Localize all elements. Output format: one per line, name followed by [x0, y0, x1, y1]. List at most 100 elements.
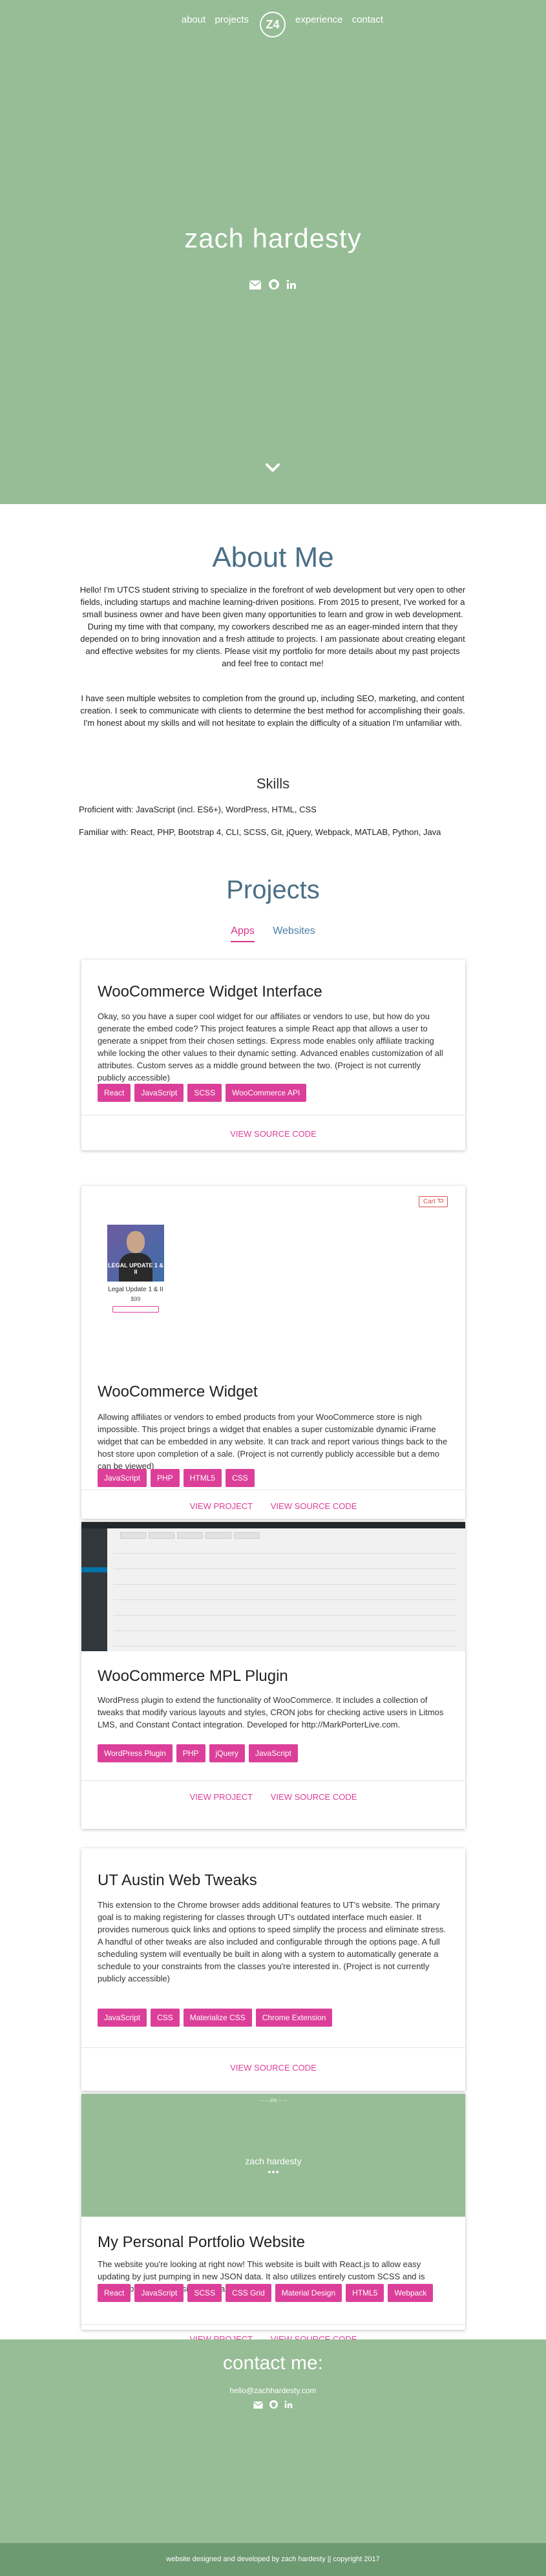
view-project-link[interactable]: VIEW PROJECT	[190, 1501, 253, 1511]
card-divider	[81, 2324, 465, 2325]
view-project-link[interactable]: VIEW PROJECT	[190, 1792, 253, 1802]
contact-title: contact me:	[222, 2352, 324, 2374]
tag: CSS	[226, 1469, 255, 1487]
card-links: VIEW SOURCE CODE	[81, 2063, 465, 2073]
project-title: UT Austin Web Tweaks	[98, 1872, 257, 1889]
project-title: WooCommerce Widget	[98, 1383, 258, 1400]
tag: jQuery	[209, 1744, 245, 1762]
product-price: $99	[131, 1296, 141, 1302]
github-icon[interactable]	[268, 279, 279, 293]
nav-link-experience[interactable]: experience	[295, 14, 342, 25]
project-card: Cart LEGAL UPDATE 1 & II Legal Update 1 …	[81, 1186, 465, 1519]
tag: SCSS	[187, 2284, 222, 2302]
product-name: Legal Update 1 & II	[108, 1286, 163, 1293]
skills-proficient: Proficient with: JavaScript (incl. ES6+)…	[79, 805, 317, 814]
project-tabs: Apps Websites	[0, 925, 546, 942]
tag: Chrome Extension	[255, 2009, 333, 2027]
card-divider	[81, 1780, 465, 1781]
chevron-down-icon[interactable]	[265, 460, 280, 476]
project-card: WooCommerce MPL Plugin WordPress plugin …	[81, 1522, 465, 1829]
project-description: WordPress plugin to extend the functiona…	[98, 1695, 444, 1729]
project-card: WooCommerce Widget Interface Okay, so yo…	[81, 960, 465, 1150]
about-paragraph-2: I have seen multiple websites to complet…	[80, 693, 465, 728]
tag: JavaScript	[134, 2284, 184, 2302]
project-description: Okay, so you have a super cool widget fo…	[98, 1011, 443, 1082]
tag: JavaScript	[98, 2009, 147, 2027]
tag: HTML5	[183, 1469, 222, 1487]
tag: Materialize CSS	[183, 2009, 252, 2027]
tag: CSS	[151, 2009, 180, 2027]
cart-button: Cart	[419, 1196, 448, 1207]
contact-section: contact me: hello@zachhardesty.com	[0, 2339, 546, 2543]
project-title: WooCommerce Widget Interface	[98, 983, 322, 1000]
project-description: Allowing affiliates or vendors to embed …	[98, 1412, 448, 1471]
portfolio-preview-icons: ■ ■ ■	[268, 2170, 279, 2175]
about-title: About Me	[212, 542, 334, 573]
hero-section: about projects Z4 experience contact zac…	[0, 0, 546, 504]
tag: WooCommerce API	[226, 1084, 307, 1102]
tag: React	[98, 1084, 131, 1102]
linkedin-icon[interactable]	[286, 279, 297, 293]
product-photo-text: LEGAL UPDATE 1 & II	[108, 1262, 163, 1275]
tag: Material Design	[275, 2284, 342, 2302]
nav-link-about[interactable]: about	[182, 14, 206, 25]
view-source-link[interactable]: VIEW SOURCE CODE	[230, 1129, 317, 1139]
tag: HTML5	[346, 2284, 384, 2302]
tag: PHP	[151, 1469, 180, 1487]
tag: WordPress Plugin	[98, 1744, 173, 1762]
project-tags: JavaScript CSS Materialize CSS Chrome Exten…	[98, 2009, 459, 2032]
tag: JavaScript	[248, 1744, 298, 1762]
contact-email[interactable]: hello@zachhardesty.com	[0, 2386, 546, 2395]
tag: JavaScript	[134, 1084, 184, 1102]
skills-familiar: Familiar with: React, PHP, Bootstrap 4, …	[79, 827, 441, 837]
view-source-link[interactable]: VIEW SOURCE CODE	[230, 2063, 317, 2073]
envelope-icon[interactable]	[249, 279, 262, 293]
envelope-icon[interactable]	[253, 2400, 266, 2411]
project-tags: WordPress Plugin PHP jQuery JavaScript	[98, 1744, 459, 1768]
project-description: This extension to the Chrome browser add…	[98, 1900, 446, 1983]
tab-apps[interactable]: Apps	[231, 925, 255, 942]
tab-websites[interactable]: Websites	[273, 925, 315, 941]
github-icon[interactable]	[269, 2400, 280, 2411]
contact-social-icons	[0, 2400, 546, 2411]
view-source-link[interactable]: VIEW SOURCE CODE	[271, 1792, 357, 1802]
card-links: VIEW SOURCE CODE	[81, 1129, 465, 1139]
project-tags: React JavaScript SCSS CSS Grid Material Desi…	[98, 2284, 459, 2307]
tag: SCSS	[187, 1084, 222, 1102]
product-photo: LEGAL UPDATE 1 & II	[107, 1225, 164, 1282]
nav-link-projects[interactable]: projects	[215, 14, 249, 25]
project-tags: React JavaScript SCSS WooCommerce API	[98, 1084, 459, 1107]
view-source-link[interactable]: VIEW SOURCE CODE	[271, 1501, 357, 1511]
footer: website designed and developed by zach h…	[0, 2543, 546, 2576]
product-quantity-bar	[112, 1306, 159, 1313]
nav-left: about projects	[175, 14, 249, 25]
project-screenshot: — — (Z4) — — zach hardesty ■ ■ ■	[81, 2094, 465, 2217]
tag: CSS Grid	[226, 2284, 271, 2302]
nav-right: experience contact	[295, 14, 390, 25]
tag: PHP	[176, 1744, 205, 1762]
cart-icon	[437, 1198, 444, 1203]
project-screenshot	[81, 1522, 465, 1651]
linkedin-icon[interactable]	[284, 2400, 293, 2411]
tag: JavaScript	[98, 1469, 147, 1487]
card-links: VIEW PROJECT VIEW SOURCE CODE	[81, 1501, 465, 1511]
portfolio-preview-nav: — — (Z4) — —	[260, 2099, 287, 2103]
card-divider	[81, 2047, 465, 2048]
project-tags: JavaScript PHP HTML5 CSS	[98, 1469, 459, 1492]
project-card: — — (Z4) — — zach hardesty ■ ■ ■ My Pers…	[81, 2094, 465, 2344]
logo[interactable]: Z4	[260, 12, 286, 37]
project-title: WooCommerce MPL Plugin	[98, 1667, 288, 1685]
about-paragraph-1: Hello! I'm UTCS student striving to spec…	[79, 585, 466, 668]
project-card: UT Austin Web Tweaks This extension to t…	[81, 1848, 465, 2091]
tag: Webpack	[388, 2284, 434, 2302]
projects-title: Projects	[226, 876, 320, 904]
portfolio-preview-name: zach hardesty	[245, 2156, 302, 2166]
nav-link-contact[interactable]: contact	[352, 14, 383, 25]
card-links: VIEW PROJECT VIEW SOURCE CODE	[81, 1792, 465, 1802]
skills-title: Skills	[256, 776, 290, 792]
hero-name: zach hardesty	[184, 223, 362, 253]
project-screenshot: Cart LEGAL UPDATE 1 & II Legal Update 1 …	[81, 1186, 465, 1385]
project-title: My Personal Portfolio Website	[98, 2233, 306, 2251]
hero-social-icons	[0, 279, 546, 293]
tag: React	[98, 2284, 131, 2302]
